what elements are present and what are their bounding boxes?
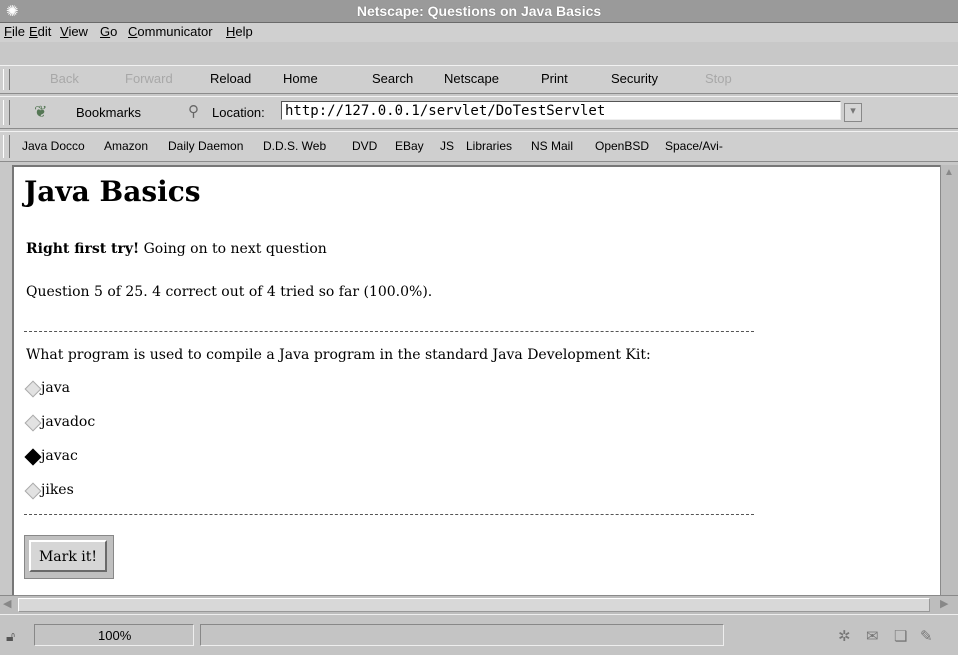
option-javac[interactable]: javac bbox=[26, 448, 78, 464]
url-input[interactable]: http://127.0.0.1/servlet/DoTestServlet bbox=[281, 101, 841, 120]
stop-button[interactable]: Stop bbox=[705, 71, 732, 86]
option-label: javadoc bbox=[41, 414, 96, 430]
progress-text: Question 5 of 25. 4 correct out of 4 tri… bbox=[26, 284, 433, 300]
status-zoom: 100% bbox=[98, 628, 132, 643]
menu-view[interactable]: View bbox=[60, 24, 88, 39]
bookmark-link[interactable]: JS bbox=[440, 139, 454, 153]
toolbar-grip[interactable] bbox=[3, 135, 10, 158]
bookmark-link[interactable]: Amazon bbox=[104, 139, 148, 153]
print-button[interactable]: Print bbox=[541, 71, 568, 86]
scroll-right-icon[interactable]: ▶ bbox=[940, 597, 948, 610]
bookmark-link[interactable]: Space/Avi- bbox=[665, 139, 723, 153]
url-dropdown-icon[interactable]: ▾ bbox=[844, 103, 862, 122]
bookmark-link[interactable]: DVD bbox=[352, 139, 377, 153]
feedback-bold: Right first try! bbox=[26, 241, 140, 257]
forward-button[interactable]: Forward bbox=[125, 71, 173, 86]
option-label: java bbox=[41, 380, 70, 396]
menu-edit[interactable]: Edit bbox=[29, 24, 51, 39]
vertical-scrollbar[interactable]: ▲ bbox=[940, 165, 958, 595]
bookmark-link[interactable]: Daily Daemon bbox=[168, 139, 243, 153]
bookmark-link[interactable]: NS Mail bbox=[531, 139, 573, 153]
reload-button[interactable]: Reload bbox=[210, 71, 251, 86]
toolbar-grip[interactable] bbox=[3, 69, 10, 90]
menu-communicator[interactable]: Communicator bbox=[128, 24, 213, 39]
menu-help[interactable]: Help bbox=[226, 24, 253, 39]
security-lock-icon[interactable]: 🔓︎ bbox=[6, 628, 15, 645]
bookmark-link[interactable]: OpenBSD bbox=[595, 139, 649, 153]
option-label: jikes bbox=[41, 482, 74, 498]
bookmarks-button[interactable]: Bookmarks bbox=[76, 105, 141, 120]
scroll-left-icon[interactable]: ◀ bbox=[3, 597, 11, 610]
scroll-thumb[interactable] bbox=[18, 598, 930, 612]
personal-toolbar: Java Docco Amazon Daily Daemon D.D.S. We… bbox=[0, 131, 958, 162]
radio-unchecked-icon[interactable] bbox=[26, 484, 39, 497]
divider bbox=[24, 514, 754, 515]
location-label: Location: bbox=[212, 105, 265, 120]
question-text: What program is used to compile a Java p… bbox=[26, 347, 651, 363]
toolbar-grip[interactable] bbox=[3, 100, 10, 125]
radio-checked-icon[interactable] bbox=[26, 450, 39, 463]
scroll-up-icon[interactable]: ▲ bbox=[944, 167, 954, 178]
feedback-message: Right first try! Going on to next questi… bbox=[26, 241, 327, 257]
bookmark-link[interactable]: Libraries bbox=[466, 139, 512, 153]
mark-it-button[interactable]: Mark it! bbox=[29, 540, 107, 572]
option-javadoc[interactable]: javadoc bbox=[26, 414, 95, 430]
page-content: Java Basics Right first try! Going on to… bbox=[12, 165, 942, 595]
home-button[interactable]: Home bbox=[283, 71, 318, 86]
menu-go[interactable]: Go bbox=[100, 24, 117, 39]
feedback-text: Going on to next question bbox=[139, 241, 327, 257]
navigator-icon[interactable]: ✲ bbox=[838, 627, 851, 645]
status-bar: 🔓︎ 100% ✲ ✉ ❏ ✎ bbox=[0, 614, 958, 655]
security-button[interactable]: Security bbox=[611, 71, 658, 86]
status-message-field bbox=[200, 624, 724, 646]
menu-file[interactable]: File bbox=[4, 24, 25, 39]
search-button[interactable]: Search bbox=[372, 71, 413, 86]
navigation-toolbar: Back Forward Reload Home Search Netscape… bbox=[0, 65, 958, 94]
option-java[interactable]: java bbox=[26, 380, 70, 396]
bookmark-link[interactable]: EBay bbox=[395, 139, 424, 153]
divider bbox=[24, 331, 754, 332]
page-heading: Java Basics bbox=[24, 175, 201, 208]
bookmark-link[interactable]: D.D.S. Web bbox=[263, 139, 326, 153]
option-jikes[interactable]: jikes bbox=[26, 482, 74, 498]
bookmark-link[interactable]: Java Docco bbox=[22, 139, 85, 153]
bookmarks-icon[interactable]: ❦ bbox=[34, 102, 47, 122]
netscape-button[interactable]: Netscape bbox=[444, 71, 499, 86]
title-bar: ✺ Netscape: Questions on Java Basics bbox=[0, 0, 958, 23]
mail-icon[interactable]: ✉ bbox=[866, 627, 879, 645]
window-title: Netscape: Questions on Java Basics bbox=[356, 3, 602, 19]
horizontal-scrollbar[interactable]: ◀ ▶ bbox=[0, 595, 958, 614]
page-proxy-icon[interactable]: ⚲ bbox=[188, 102, 199, 120]
back-button[interactable]: Back bbox=[50, 71, 79, 86]
radio-unchecked-icon[interactable] bbox=[26, 416, 39, 429]
composer-icon[interactable]: ✎ bbox=[920, 627, 933, 645]
menu-bar: File Edit View Go Communicator Help bbox=[0, 23, 958, 42]
radio-unchecked-icon[interactable] bbox=[26, 382, 39, 395]
submit-button-frame: Mark it! bbox=[24, 535, 114, 579]
location-toolbar: ❦ Bookmarks ⚲ Location: http://127.0.0.1… bbox=[0, 96, 958, 129]
option-label: javac bbox=[41, 448, 78, 464]
discussion-icon[interactable]: ❏ bbox=[894, 627, 907, 645]
